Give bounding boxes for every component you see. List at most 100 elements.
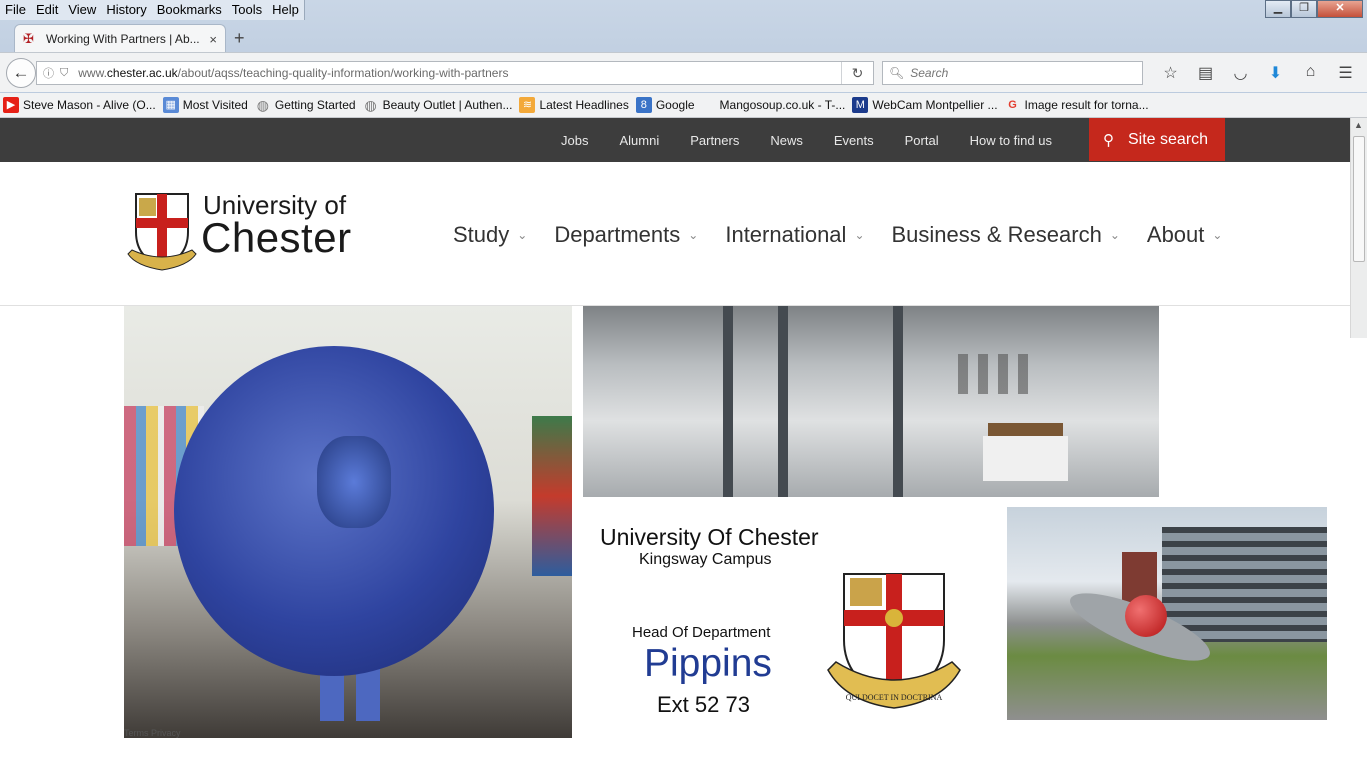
bookmark-item[interactable]: ▦ Most Visited (162, 97, 248, 113)
menu-history[interactable]: History (101, 0, 151, 20)
scrollbar-thumb[interactable] (1353, 136, 1365, 262)
download-icon[interactable]: ⬇ (1258, 63, 1293, 83)
pocket-icon[interactable]: ◡ (1223, 63, 1258, 83)
google-icon: G (1008, 99, 1017, 111)
chester-favicon-icon: ✠ (23, 31, 34, 46)
logo-line-2: Chester (201, 214, 352, 261)
bookmark-item[interactable]: 8 Google (635, 97, 695, 113)
sculpture-red-ball (1125, 595, 1167, 637)
home-icon[interactable]: ⌂ (1293, 63, 1328, 83)
menu-file[interactable]: File (0, 0, 31, 20)
back-button[interactable]: ← (6, 58, 36, 88)
chevron-down-icon: ⌄ (854, 228, 865, 242)
gallery-frames (958, 354, 1038, 394)
util-link-news[interactable]: News (770, 133, 803, 148)
hamburger-menu-icon[interactable]: ☰ (1328, 63, 1363, 83)
hero-image-blueberry: Terms Privacy (124, 306, 572, 738)
nav-international[interactable]: International ⌄ (725, 222, 864, 248)
google-8-icon: 8 (635, 97, 652, 113)
reload-icon[interactable]: ↻ (841, 62, 873, 84)
info-icon[interactable]: ⓘ (43, 65, 54, 81)
nav-business-research[interactable]: Business & Research ⌄ (892, 222, 1120, 248)
plinth-box (988, 423, 1063, 437)
info-extension: Ext 52 73 (657, 692, 750, 717)
bookmarks-toolbar: ▶ Steve Mason - Alive (O... ▦ Most Visited… (0, 93, 1367, 118)
new-tab-button[interactable]: + (234, 28, 245, 49)
util-link-find-us[interactable]: How to find us (970, 133, 1052, 148)
campus-building (1162, 527, 1327, 642)
m-icon: M (852, 97, 869, 113)
menu-view[interactable]: View (63, 0, 101, 20)
scroll-up-arrow-icon[interactable]: ▲ (1354, 120, 1363, 130)
utility-bar: Jobs Alumni Partners News Events Portal … (0, 118, 1350, 162)
nav-about[interactable]: About ⌄ (1147, 222, 1223, 248)
chevron-down-icon: ⌄ (1109, 228, 1120, 242)
site-search-button[interactable]: ⚲ Site search (1089, 118, 1225, 161)
menu-edit[interactable]: Edit (31, 0, 63, 20)
url-text[interactable]: www.chester.ac.uk/about/aqss/teaching-qu… (78, 66, 508, 80)
menu-bookmarks[interactable]: Bookmarks (152, 0, 227, 20)
bookmark-item[interactable]: ◍ Beauty Outlet | Authen... (363, 97, 512, 113)
gallery-pillar (723, 306, 733, 497)
figure-face (317, 436, 391, 528)
chevron-down-icon: ⌄ (688, 228, 699, 242)
gallery-pillar (778, 306, 788, 497)
rss-icon: ≋ (519, 97, 536, 113)
gallery-artwork (532, 416, 572, 576)
restore-button[interactable]: ❐ (1291, 0, 1317, 18)
tab-working-with-partners[interactable]: ✠ Working With Partners | Ab... × (14, 24, 226, 53)
info-role: Head Of Department (632, 624, 771, 641)
util-link-alumni[interactable]: Alumni (619, 133, 659, 148)
crest-logo-icon (127, 193, 197, 271)
search-icon: 🔍︎ (889, 66, 905, 80)
bookmark-item[interactable]: M WebCam Montpellier ... (852, 97, 998, 113)
bookmark-item[interactable]: ◍ Getting Started (255, 97, 356, 113)
campus-photo (1007, 507, 1327, 720)
util-link-events[interactable]: Events (834, 133, 874, 148)
search-input[interactable] (910, 66, 1131, 80)
university-logo[interactable]: University of Chester (126, 190, 366, 272)
gallery-pillar (893, 306, 903, 497)
hero-footer-text: Terms Privacy (124, 728, 181, 738)
minimize-button[interactable]: ▁ (1265, 0, 1291, 18)
nav-study[interactable]: Study ⌄ (453, 222, 527, 248)
most-visited-icon: ▦ (162, 97, 179, 113)
menu-bar: File Edit View History Bookmarks Tools H… (0, 0, 305, 20)
gallery-photo (583, 306, 1159, 497)
crest-icon: QUI DOCET IN DOCTRINA (827, 573, 961, 709)
util-link-partners[interactable]: Partners (690, 133, 739, 148)
bookmark-item[interactable]: ▶ Steve Mason - Alive (O... (3, 97, 156, 113)
reading-list-icon[interactable]: ▤ (1188, 63, 1223, 83)
util-link-jobs[interactable]: Jobs (561, 133, 588, 148)
util-link-portal[interactable]: Portal (905, 133, 939, 148)
crest-motto: QUI DOCET IN DOCTRINA (846, 693, 943, 702)
bookmark-star-icon[interactable]: ☆ (1153, 63, 1188, 83)
bookmark-item[interactable]: G Image result for torna... (1005, 97, 1148, 113)
bookmark-item[interactable]: Mangosoup.co.uk - T-... (720, 98, 846, 112)
page-scrollbar[interactable]: ▲ (1350, 118, 1367, 338)
tab-close-icon[interactable]: × (209, 32, 217, 47)
menu-help[interactable]: Help (267, 0, 304, 20)
info-title: University Of Chester (600, 524, 819, 550)
bookmark-item[interactable]: ≋ Latest Headlines (519, 97, 629, 113)
globe-icon: ◍ (256, 97, 269, 113)
search-box[interactable]: 🔍︎ (882, 61, 1143, 85)
window-controls: ▁ ❐ ✕ (1265, 0, 1363, 18)
chevron-down-icon: ⌄ (1212, 228, 1223, 242)
menu-tools[interactable]: Tools (227, 0, 267, 20)
url-domain: chester.ac.uk (106, 66, 178, 80)
magnifier-icon: ⚲ (1103, 131, 1114, 149)
utility-links: Jobs Alumni Partners News Events Portal … (561, 118, 1083, 162)
nav-departments[interactable]: Departments ⌄ (554, 222, 698, 248)
toolbar-icons: ☆ ▤ ◡ ⬇ ⌂ ☰ (1153, 63, 1363, 83)
department-info-card: University Of Chester Kingsway Campus He… (584, 508, 1000, 723)
nav-toolbar: ← ⓘ ⛉ www.chester.ac.uk/about/aqss/teach… (0, 52, 1367, 92)
close-window-button[interactable]: ✕ (1317, 0, 1363, 18)
url-bar[interactable]: ⓘ ⛉ www.chester.ac.uk/about/aqss/teachin… (36, 61, 874, 85)
info-campus: Kingsway Campus (639, 551, 772, 568)
tab-title: Working With Partners | Ab... (46, 32, 200, 46)
tracking-shield-icon[interactable]: ⛉ (60, 67, 68, 80)
site-header: University of Chester Study ⌄ Departments… (0, 162, 1350, 306)
main-nav: Study ⌄ Departments ⌄ International ⌄ Busin… (453, 222, 1249, 248)
site-search-label: Site search (1128, 130, 1209, 148)
